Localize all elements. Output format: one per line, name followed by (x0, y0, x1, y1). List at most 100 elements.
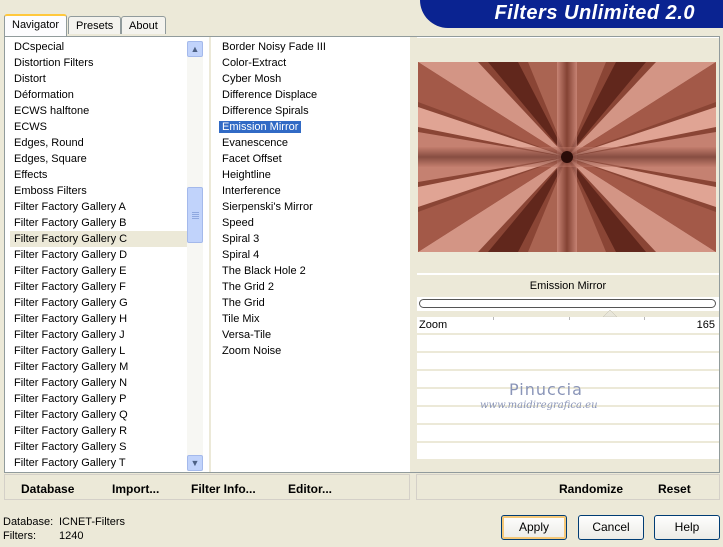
database-info: Database: ICNET-Filters (3, 516, 125, 528)
filter-item[interactable]: Difference Displace (218, 87, 408, 103)
filter-item[interactable]: Versa-Tile (218, 327, 408, 343)
filters-info: Filters: 1240 (3, 530, 83, 542)
filter-item-label: Heightline (222, 169, 271, 181)
filter-item[interactable]: Interference (218, 183, 408, 199)
scroll-up-button[interactable]: ▲ (187, 41, 203, 57)
filter-item[interactable]: Evanescence (218, 135, 408, 151)
param-row-empty (417, 443, 719, 459)
category-item[interactable]: Edges, Round (10, 135, 190, 151)
filter-item-label: Difference Spirals (222, 105, 309, 117)
tab-about[interactable]: About (121, 16, 166, 34)
category-item-label: Filter Factory Gallery H (14, 313, 128, 325)
category-item[interactable]: Filter Factory Gallery R (10, 423, 190, 439)
category-item[interactable]: Filter Factory Gallery D (10, 247, 190, 263)
filter-item[interactable]: Heightline (218, 167, 408, 183)
filter-item[interactable]: Difference Spirals (218, 103, 408, 119)
category-item-label: Filter Factory Gallery F (14, 281, 126, 293)
filter-item[interactable]: Spiral 3 (218, 231, 408, 247)
param-row-zoom[interactable]: Zoom 165 (417, 310, 719, 333)
filter-item[interactable]: Facet Offset (218, 151, 408, 167)
category-item-label: Filter Factory Gallery B (14, 217, 127, 229)
chevron-up-icon: ▲ (190, 44, 200, 54)
filter-item-label: Cyber Mosh (222, 73, 282, 85)
filter-item[interactable]: The Grid 2 (218, 279, 408, 295)
category-item[interactable]: Filter Factory Gallery G (10, 295, 190, 311)
filter-item-label: Zoom Noise (222, 345, 282, 357)
category-item-label: Filter Factory Gallery Q (14, 409, 128, 421)
filter-item[interactable]: Color-Extract (218, 55, 408, 71)
category-item[interactable]: ECWS (10, 119, 190, 135)
category-item[interactable]: Filter Factory Gallery M (10, 359, 190, 375)
database-button[interactable]: Database (21, 482, 74, 496)
filter-item[interactable]: Zoom Noise (218, 343, 408, 359)
scroll-down-button[interactable]: ▼ (187, 455, 203, 471)
filter-item[interactable]: Spiral 4 (218, 247, 408, 263)
category-item-label: Filter Factory Gallery L (14, 345, 126, 357)
tab-presets[interactable]: Presets (68, 16, 122, 34)
param-row-empty (417, 335, 719, 351)
category-item-label: Filter Factory Gallery M (14, 361, 129, 373)
reset-button[interactable]: Reset (658, 482, 691, 496)
category-list[interactable]: DCspecial Distortion Filters Distort Déform… (10, 39, 190, 471)
category-item[interactable]: Filter Factory Gallery P (10, 391, 190, 407)
watermark-name: Pinuccia (509, 380, 583, 399)
category-item-label: Filter Factory Gallery R (14, 425, 128, 437)
param-row-empty (417, 353, 719, 369)
category-item[interactable]: Filter Factory Gallery L (10, 343, 190, 359)
category-item[interactable]: Déformation (10, 87, 190, 103)
scroll-thumb[interactable] (187, 187, 203, 243)
filter-item-label: Tile Mix (222, 313, 260, 325)
toolbar-right: Randomize Reset (416, 474, 720, 500)
category-item[interactable]: Emboss Filters (10, 183, 190, 199)
category-item-label: Filter Factory Gallery A (14, 201, 126, 213)
category-item[interactable]: Filter Factory Gallery C (10, 231, 190, 247)
category-item-label: Emboss Filters (14, 185, 87, 197)
apply-button[interactable]: Apply (501, 515, 567, 540)
category-item[interactable]: Filter Factory Gallery E (10, 263, 190, 279)
filter-item[interactable]: Border Noisy Fade III (218, 39, 408, 55)
cancel-button[interactable]: Cancel (578, 515, 644, 540)
category-item-label: Filter Factory Gallery N (14, 377, 128, 389)
filter-item-label: Emission Mirror (217, 120, 303, 134)
category-item[interactable]: Distortion Filters (10, 55, 190, 71)
main-panel: DCspecial Distortion Filters Distort Déform… (4, 36, 720, 473)
filter-item[interactable]: Tile Mix (218, 311, 408, 327)
import-button[interactable]: Import... (112, 482, 159, 496)
category-item[interactable]: Edges, Square (10, 151, 190, 167)
filter-item[interactable]: Sierpenski's Mirror (218, 199, 408, 215)
category-item[interactable]: Filter Factory Gallery F (10, 279, 190, 295)
filter-item-label: The Grid (222, 297, 265, 309)
filter-item[interactable]: Emission Mirror (217, 119, 408, 135)
category-item[interactable]: Filter Factory Gallery J (10, 327, 190, 343)
slider-marker-icon[interactable] (603, 310, 617, 317)
category-item-label: Filter Factory Gallery E (14, 265, 127, 277)
filter-info-button[interactable]: Filter Info... (191, 482, 256, 496)
filter-item[interactable]: Speed (218, 215, 408, 231)
category-item[interactable]: Effects (10, 167, 190, 183)
randomize-button[interactable]: Randomize (559, 482, 623, 496)
filter-list[interactable]: Border Noisy Fade III Color-Extract Cyber … (217, 39, 408, 359)
help-button[interactable]: Help (654, 515, 720, 540)
category-item[interactable]: Distort (10, 71, 190, 87)
category-item[interactable]: Filter Factory Gallery H (10, 311, 190, 327)
category-item[interactable]: DCspecial (10, 39, 190, 55)
editor-button[interactable]: Editor... (288, 482, 332, 496)
filter-item-label: Border Noisy Fade III (222, 41, 326, 53)
filter-item-label: Sierpenski's Mirror (222, 201, 313, 213)
category-item[interactable]: Filter Factory Gallery S (10, 439, 190, 455)
tab-navigator[interactable]: Navigator (4, 14, 68, 36)
category-item[interactable]: Filter Factory Gallery Q (10, 407, 190, 423)
filter-item[interactable]: Cyber Mosh (218, 71, 408, 87)
filter-item[interactable]: The Grid (218, 295, 408, 311)
category-item-label: Déformation (14, 89, 74, 101)
category-item[interactable]: Filter Factory Gallery T (10, 455, 190, 471)
category-item[interactable]: Filter Factory Gallery B (10, 215, 190, 231)
category-item[interactable]: Filter Factory Gallery A (10, 199, 190, 215)
title-banner: Filters Unlimited 2.0 (420, 0, 723, 28)
category-item[interactable]: Filter Factory Gallery N (10, 375, 190, 391)
filter-item[interactable]: The Black Hole 2 (218, 263, 408, 279)
category-scrollbar[interactable]: ▲ ▼ (187, 41, 203, 471)
category-item[interactable]: ECWS halftone (10, 103, 190, 119)
preview-filter-name: Emission Mirror (417, 275, 719, 297)
filters-label: Filters: (3, 530, 36, 542)
